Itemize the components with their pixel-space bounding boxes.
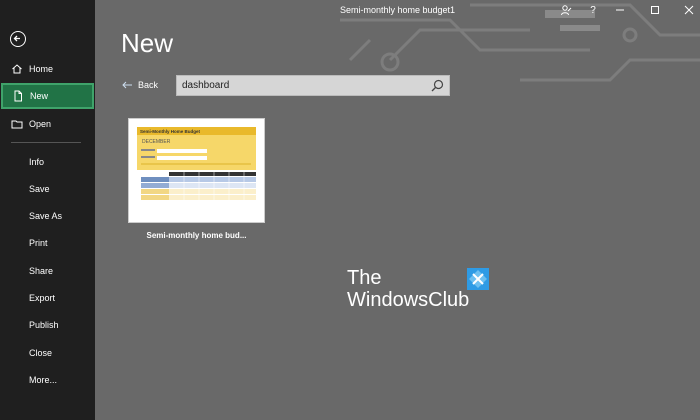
sidebar-item-label: Print	[29, 238, 48, 248]
watermark-line1: The	[347, 267, 382, 289]
back-link[interactable]: Back	[121, 78, 158, 92]
sidebar-item-label: Open	[29, 119, 52, 129]
sidebar-item-label: Home	[29, 64, 54, 74]
home-icon	[11, 63, 23, 75]
windows-logo-icon	[467, 268, 489, 290]
watermark-line2: WindowsClub	[347, 289, 470, 311]
back-label: Back	[138, 80, 159, 90]
sidebar-item-label: Publish	[29, 320, 59, 330]
sidebar-item-new[interactable]: New	[1, 83, 94, 109]
coauthor-icon[interactable]	[558, 3, 574, 17]
template-search-input[interactable]: dashboard	[176, 75, 450, 96]
backstage-main: Semi-monthly home budget1 ? New Back das…	[95, 0, 700, 420]
backstage-sidebar: Home New Open Info Save Save As Print Sh…	[0, 0, 95, 420]
sidebar-item-label: Share	[29, 266, 54, 276]
watermark: The WindowsClub	[347, 267, 489, 312]
minimize-icon[interactable]	[612, 3, 628, 17]
template-title[interactable]: Semi-monthly home bud...	[128, 231, 265, 240]
sidebar-item-save[interactable]: Save	[0, 176, 95, 202]
folder-icon	[11, 118, 23, 130]
sidebar-item-label: Close	[29, 348, 53, 358]
sidebar-item-save-as[interactable]: Save As	[0, 203, 95, 229]
sidebar-item-more[interactable]: More...	[0, 367, 95, 393]
sidebar-item-close[interactable]: Close	[0, 340, 95, 366]
template-thumbnail[interactable]: Semi-Monthly Home Budget DECEMBER	[128, 118, 265, 223]
sidebar-item-label: Save As	[29, 211, 63, 221]
sidebar-item-label: Info	[29, 157, 45, 167]
window-title: Semi-monthly home budget1	[339, 5, 456, 15]
preview-month: DECEMBER	[142, 139, 171, 145]
sidebar-divider	[11, 142, 81, 143]
template-preview: Semi-Monthly Home Budget DECEMBER	[129, 119, 264, 222]
search-icon[interactable]	[431, 79, 444, 92]
sidebar-item-home[interactable]: Home	[0, 56, 95, 82]
maximize-icon[interactable]	[647, 3, 663, 17]
sidebar-item-label: Export	[29, 293, 56, 303]
page-title: New	[121, 28, 174, 58]
sidebar-item-info[interactable]: Info	[0, 149, 95, 175]
arrow-left-icon	[122, 81, 132, 89]
sidebar-item-label: New	[30, 91, 49, 101]
close-icon[interactable]	[681, 3, 697, 17]
sidebar-item-label: More...	[29, 375, 58, 385]
sidebar-item-share[interactable]: Share	[0, 258, 95, 284]
help-button[interactable]: ?	[585, 3, 601, 17]
search-value: dashboard	[182, 80, 230, 91]
preview-title: Semi-Monthly Home Budget	[140, 129, 201, 134]
new-document-icon	[12, 90, 24, 102]
sidebar-item-publish[interactable]: Publish	[0, 312, 95, 338]
sidebar-item-export[interactable]: Export	[0, 285, 95, 311]
sidebar-item-open[interactable]: Open	[0, 111, 95, 137]
back-arrow-icon[interactable]	[10, 31, 26, 47]
sidebar-item-print[interactable]: Print	[0, 230, 95, 256]
sidebar-item-label: Save	[29, 184, 50, 194]
